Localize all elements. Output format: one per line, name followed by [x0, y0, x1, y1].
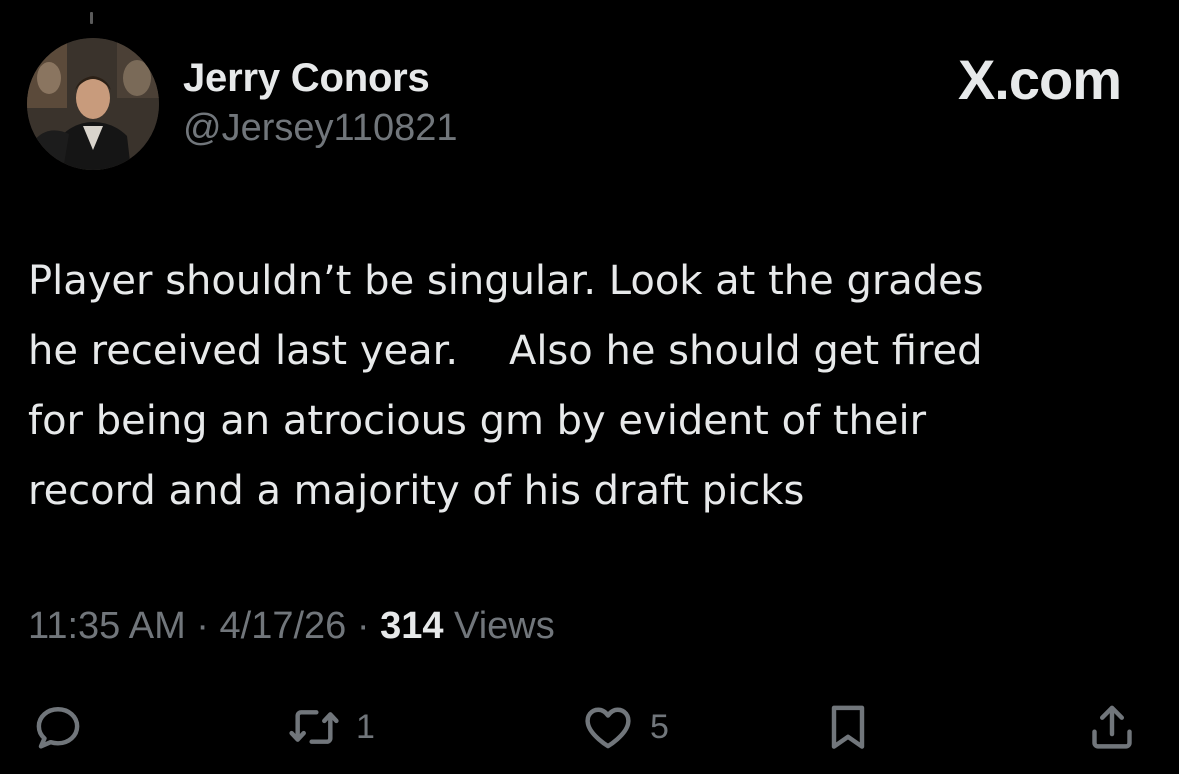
share-button[interactable]	[1084, 696, 1140, 758]
like-count: 5	[650, 707, 669, 746]
post-date[interactable]: 4/17/26	[220, 605, 347, 647]
action-bar: 1 5	[0, 696, 1179, 758]
avatar[interactable]	[27, 38, 159, 170]
views-count[interactable]: 314	[380, 605, 443, 647]
repost-icon	[289, 710, 339, 744]
post-meta: 11:35 AM · 4/17/26 · 314 Views	[28, 604, 555, 648]
heart-icon	[585, 707, 631, 749]
author-block: Jerry Conors @Jersey110821	[183, 56, 457, 149]
post-time[interactable]: 11:35 AM	[28, 605, 186, 647]
reply-button[interactable]	[30, 696, 86, 758]
scroll-indicator	[90, 12, 93, 24]
bookmark-icon	[831, 705, 865, 749]
reply-icon	[36, 707, 80, 749]
meta-separator: ·	[346, 605, 381, 647]
views-label[interactable]: Views	[444, 605, 555, 647]
like-button[interactable]: 5	[580, 696, 669, 758]
bookmark-button[interactable]	[820, 696, 876, 758]
repost-button[interactable]: 1	[286, 696, 375, 758]
avatar-image	[27, 38, 159, 170]
author-handle[interactable]: @Jersey110821	[183, 107, 457, 149]
author-name[interactable]: Jerry Conors	[183, 56, 457, 100]
brand-watermark: X.com	[957, 48, 1122, 111]
post-text: Player shouldn’t be singular. Look at th…	[28, 258, 984, 514]
repost-count: 1	[356, 707, 375, 746]
meta-separator: ·	[185, 605, 220, 647]
share-icon	[1092, 705, 1132, 749]
